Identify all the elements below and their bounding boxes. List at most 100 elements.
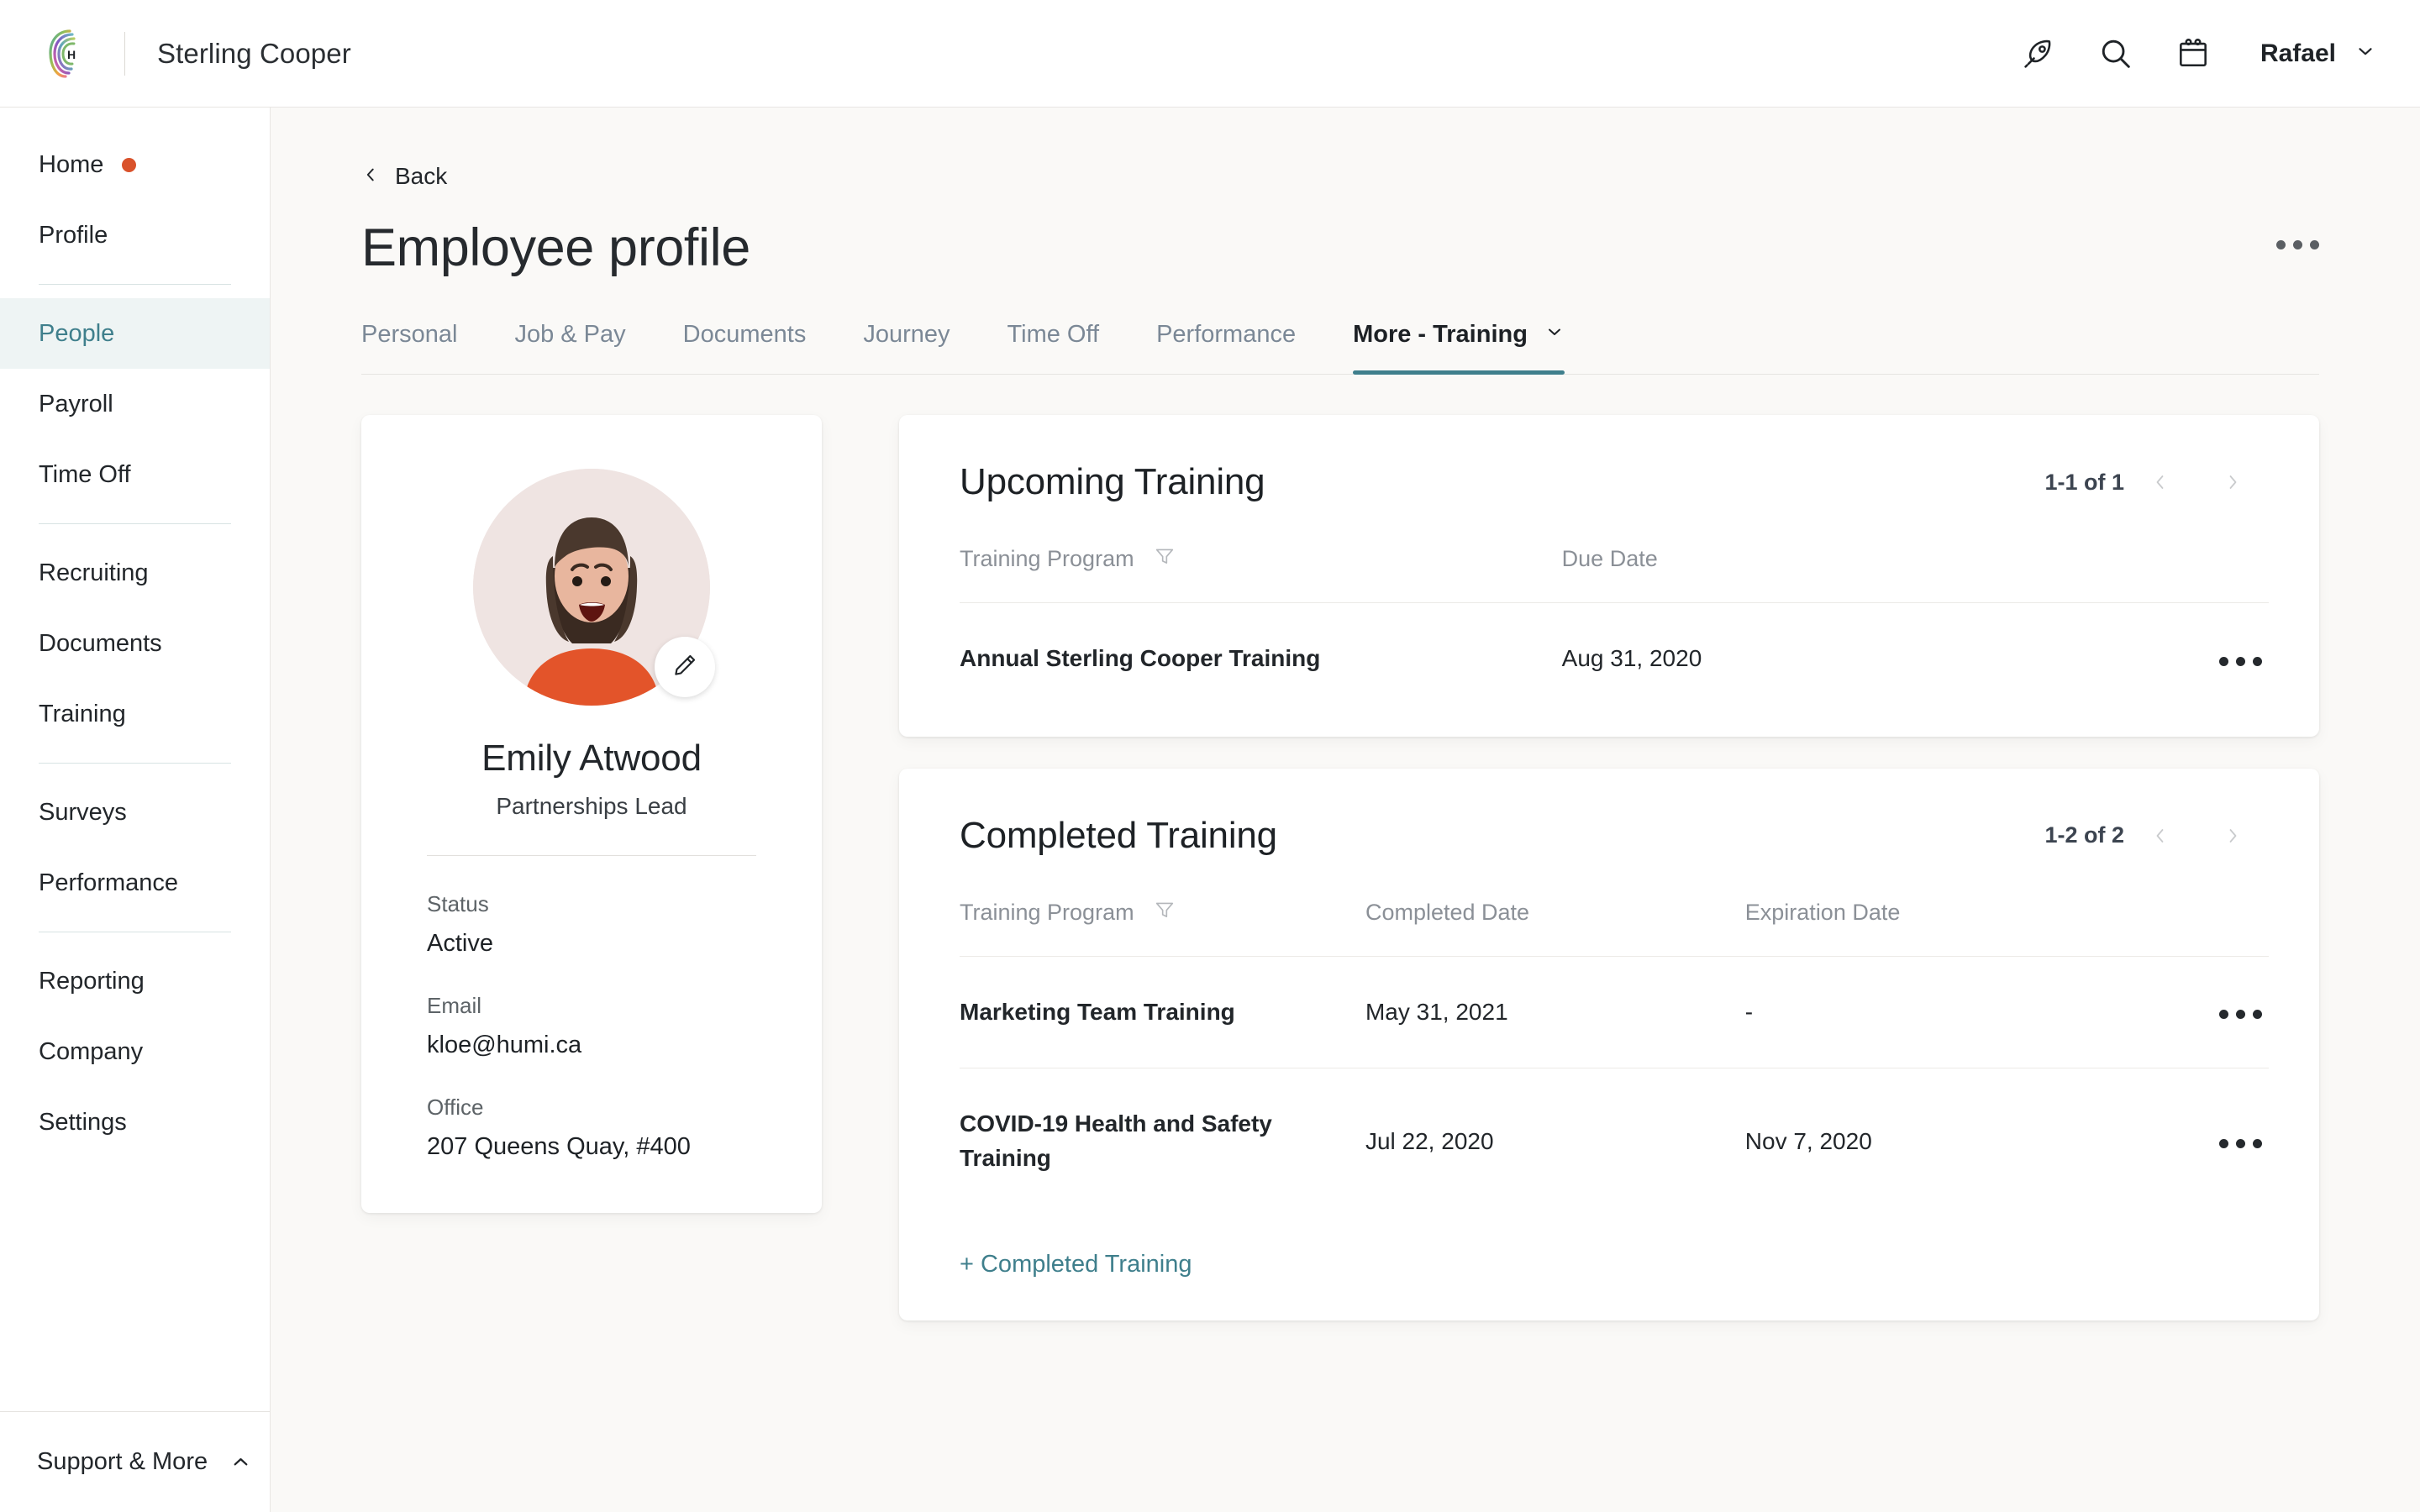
- support-and-more-label: Support & More: [37, 1448, 208, 1475]
- column-header-due-date[interactable]: Due Date: [1561, 509, 2060, 603]
- field-value: 207 Queens Quay, #400: [427, 1133, 691, 1160]
- sidebar-item-settings[interactable]: Settings: [0, 1087, 270, 1158]
- brand-name: Sterling Cooper: [157, 37, 351, 69]
- sidebar-item-reporting[interactable]: Reporting: [0, 946, 270, 1016]
- cell-actions: [2125, 1068, 2269, 1215]
- pagination-prev-button[interactable]: [2124, 809, 2196, 863]
- sidebar-item-documents[interactable]: Documents: [0, 608, 270, 679]
- sidebar-divider: [39, 763, 231, 764]
- funnel-filter-icon[interactable]: [1153, 898, 1176, 927]
- pagination-count: 1-1 of 1: [2044, 469, 2124, 495]
- back-button[interactable]: Back: [361, 163, 447, 190]
- cell-training-program: COVID-19 Health and Safety Training: [960, 1110, 1272, 1171]
- support-and-more-button[interactable]: Support & More: [0, 1411, 270, 1512]
- pencil-edit-icon: [671, 651, 699, 684]
- tab-more-training[interactable]: More - Training: [1353, 321, 1565, 375]
- sidebar-item-label: Company: [39, 1037, 144, 1065]
- tab-time-off[interactable]: Time Off: [1007, 321, 1100, 374]
- column-header-training-program[interactable]: Training Program: [960, 509, 1562, 603]
- brand[interactable]: H Sterling Cooper: [44, 28, 351, 80]
- column-header-label: Due Date: [1561, 546, 1658, 571]
- sidebar-divider: [39, 523, 231, 524]
- sidebar-group-3: Recruiting Documents Training: [0, 538, 270, 749]
- row-overflow-menu-button[interactable]: [2212, 1132, 2269, 1155]
- sidebar-item-training[interactable]: Training: [0, 679, 270, 749]
- pagination-next-button[interactable]: [2196, 455, 2269, 509]
- cell-completed-date: May 31, 2021: [1365, 956, 1745, 1069]
- column-header-label: Training Program: [960, 899, 1134, 925]
- sidebar-item-label: Recruiting: [39, 559, 149, 586]
- tab-journey[interactable]: Journey: [863, 321, 950, 374]
- top-bar: H Sterling Cooper Rafael: [0, 0, 2420, 108]
- app-body: Home Profile People Payroll Time Off Rec…: [0, 108, 2420, 1512]
- employee-name: Emily Atwood: [481, 738, 702, 779]
- profile-content: Emily Atwood Partnerships Lead Status Ac…: [361, 415, 2319, 1321]
- rocket-icon[interactable]: [2000, 15, 2077, 92]
- cell-completed-date: Jul 22, 2020: [1365, 1127, 1494, 1154]
- column-header-completed-date[interactable]: Completed Date: [1365, 862, 1745, 957]
- tab-job-and-pay[interactable]: Job & Pay: [514, 321, 625, 374]
- row-overflow-menu-button[interactable]: [2212, 1003, 2269, 1026]
- table-row[interactable]: Annual Sterling Cooper Training Aug 31, …: [960, 603, 2269, 715]
- chevron-left-icon: [361, 165, 380, 188]
- sidebar-item-company[interactable]: Company: [0, 1016, 270, 1087]
- column-header-label: Completed Date: [1365, 899, 1530, 925]
- field-email: Email kloe@humi.ca: [427, 993, 756, 1059]
- column-header-training-program[interactable]: Training Program: [960, 862, 1365, 957]
- completed-training-card: Completed Training 1-2 of 2 Training Pro…: [899, 768, 2319, 1321]
- table-row[interactable]: COVID-19 Health and Safety Training Jul …: [960, 1068, 2269, 1215]
- sidebar-divider: [39, 284, 231, 285]
- cell-actions: [2124, 956, 2269, 1069]
- cell-actions: [2060, 603, 2269, 715]
- column-header-actions: [2124, 862, 2269, 957]
- column-header-expiration-date[interactable]: Expiration Date: [1744, 862, 2125, 957]
- user-menu[interactable]: Rafael: [2260, 39, 2376, 68]
- sidebar-item-performance[interactable]: Performance: [0, 848, 270, 918]
- field-status: Status Active: [427, 891, 756, 958]
- app-root: H Sterling Cooper Rafael Home Profile Pe…: [0, 0, 2420, 1512]
- pagination-prev-button[interactable]: [2124, 455, 2196, 509]
- sidebar-item-label: Home: [39, 150, 104, 178]
- add-completed-training-button[interactable]: + Completed Training: [960, 1214, 1192, 1320]
- sidebar-item-recruiting[interactable]: Recruiting: [0, 538, 270, 608]
- column-header-label: Training Program: [960, 546, 1134, 571]
- search-icon[interactable]: [2077, 15, 2154, 92]
- table-row[interactable]: Marketing Team Training May 31, 2021 -: [960, 956, 2269, 1069]
- sidebar-item-label: Payroll: [39, 390, 113, 417]
- completed-training-header: Completed Training 1-2 of 2: [960, 809, 2269, 863]
- chevron-down-icon: [2354, 40, 2376, 66]
- row-overflow-menu-button[interactable]: [2212, 650, 2269, 673]
- pagination-count: 1-2 of 2: [2044, 822, 2124, 848]
- sidebar-item-people[interactable]: People: [0, 298, 270, 369]
- tab-personal[interactable]: Personal: [361, 321, 457, 374]
- back-label: Back: [395, 163, 448, 189]
- sidebar-group-5: Reporting Company Settings: [0, 946, 270, 1158]
- field-label: Email: [427, 993, 482, 1018]
- brand-divider: [124, 31, 125, 76]
- sidebar-item-payroll[interactable]: Payroll: [0, 369, 270, 439]
- training-column: Upcoming Training 1-1 of 1 Training Prog…: [899, 415, 2319, 1321]
- completed-training-pager: 1-2 of 2: [2044, 809, 2269, 863]
- chevron-down-icon: [1544, 321, 1565, 349]
- edit-avatar-button[interactable]: [655, 637, 715, 697]
- pagination-next-button[interactable]: [2196, 809, 2269, 863]
- sidebar-item-home[interactable]: Home: [0, 129, 270, 200]
- sidebar-group-2: People Payroll Time Off: [0, 298, 270, 510]
- sidebar-item-label: Documents: [39, 629, 162, 657]
- cell-training-program: Marketing Team Training: [960, 956, 1365, 1069]
- calendar-icon[interactable]: [2154, 15, 2232, 92]
- tab-performance[interactable]: Performance: [1156, 321, 1296, 374]
- sidebar-item-label: Profile: [39, 221, 108, 249]
- funnel-filter-icon[interactable]: [1153, 544, 1176, 574]
- sidebar-item-profile[interactable]: Profile: [0, 200, 270, 270]
- sidebar-item-label: Surveys: [39, 798, 127, 826]
- page-overflow-menu-button[interactable]: [2276, 240, 2319, 249]
- sidebar-item-surveys[interactable]: Surveys: [0, 777, 270, 848]
- sidebar-item-time-off[interactable]: Time Off: [0, 439, 270, 510]
- sidebar-item-label: Settings: [39, 1108, 127, 1136]
- humi-spiral-logo-icon: H: [44, 28, 96, 80]
- svg-text:H: H: [67, 48, 76, 61]
- table-header-row: Training Program Due Date: [960, 509, 2269, 603]
- sidebar-nav: Home Profile People Payroll Time Off Rec…: [0, 108, 270, 1158]
- tab-documents[interactable]: Documents: [683, 321, 807, 374]
